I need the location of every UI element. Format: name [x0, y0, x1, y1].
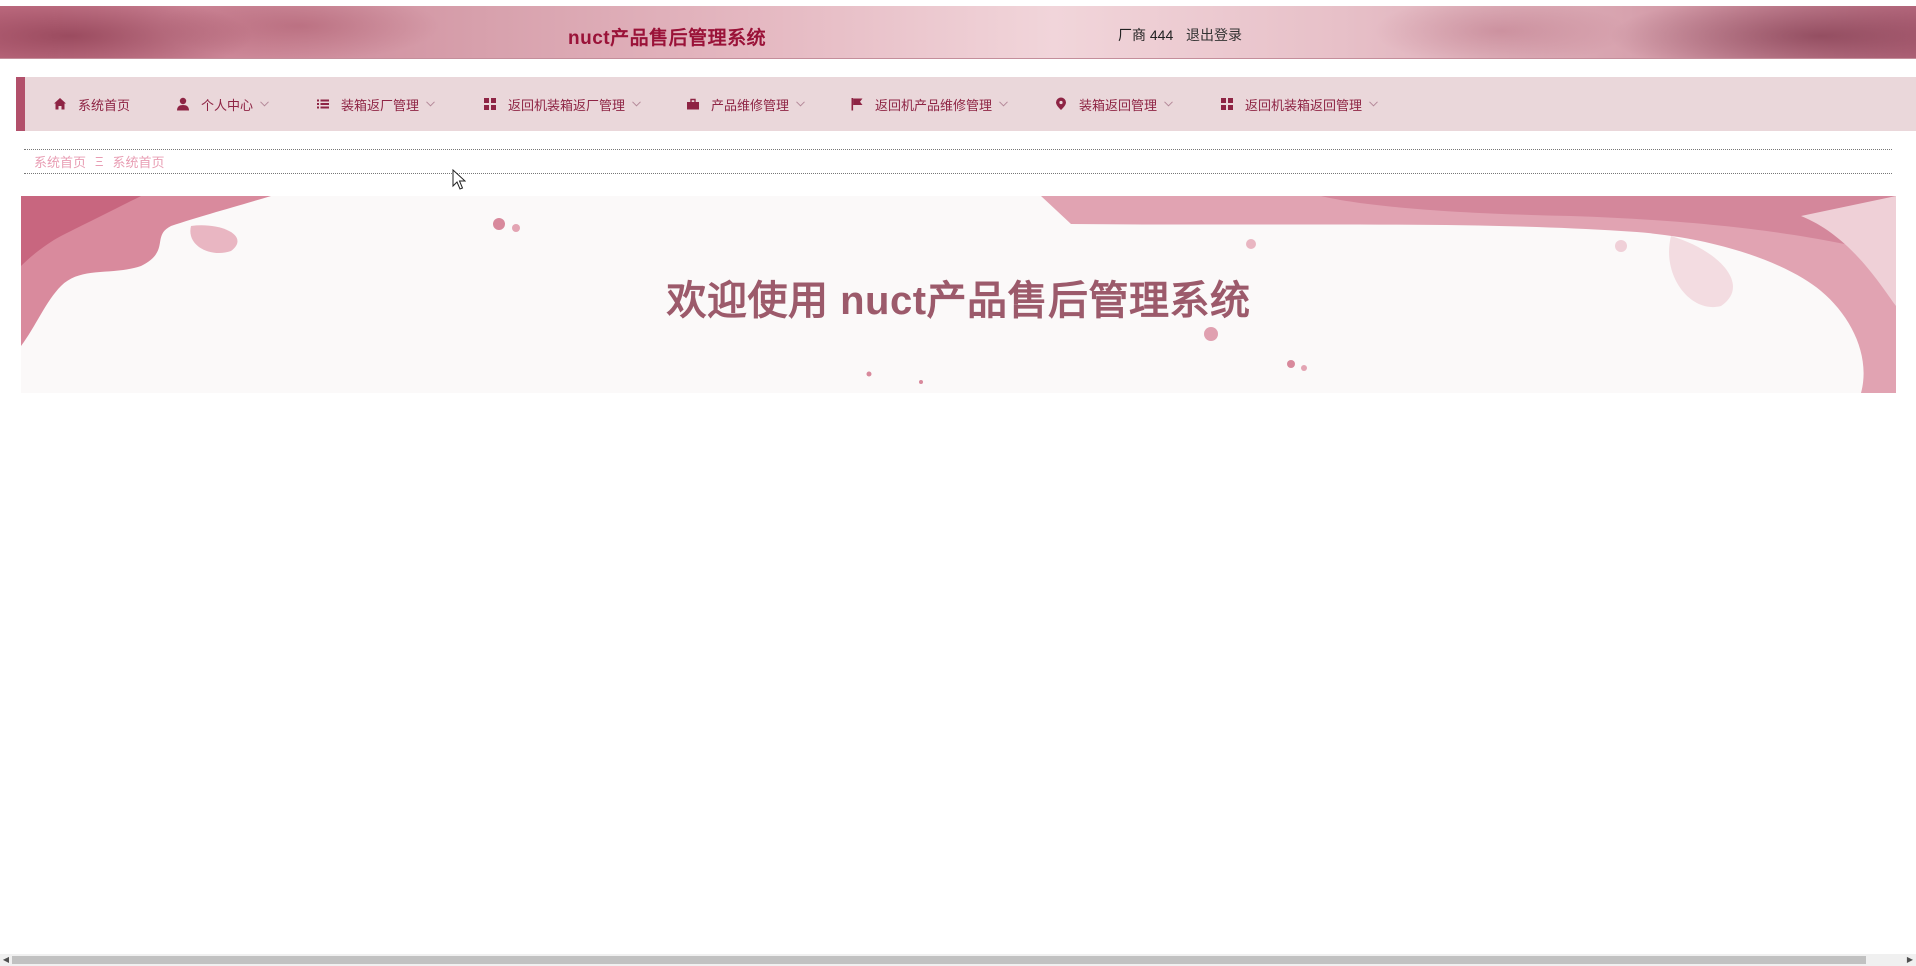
chevron-down-icon	[796, 101, 805, 107]
breadcrumb-item-current: 系统首页	[112, 155, 165, 170]
map-pin-icon	[1054, 97, 1068, 111]
nav-item-home[interactable]: 系统首页	[53, 77, 130, 131]
chevron-down-icon	[1164, 101, 1173, 107]
logout-link[interactable]: 退出登录	[1186, 25, 1242, 45]
welcome-heading: 欢迎使用 nuct产品售后管理系统	[666, 279, 1251, 323]
chevron-down-icon	[999, 101, 1008, 107]
nav-item-packing-return-factory[interactable]: 装箱返厂管理	[316, 77, 435, 131]
nav-item-profile[interactable]: 个人中心	[176, 77, 269, 131]
nav-item-product-repair[interactable]: 产品维修管理	[686, 77, 805, 131]
breadcrumb-separator: Ξ	[95, 154, 104, 169]
scroll-left-icon[interactable]: ◀	[0, 954, 12, 966]
grid-icon	[483, 97, 497, 111]
chevron-down-icon	[632, 101, 641, 107]
home-icon	[53, 97, 67, 111]
grid-icon	[1220, 97, 1234, 111]
chevron-down-icon	[426, 101, 435, 107]
breadcrumb-item-home[interactable]: 系统首页	[34, 152, 86, 171]
nav-item-label: 装箱返厂管理	[341, 97, 420, 113]
current-user: 厂商 444	[1118, 27, 1174, 43]
top-header: nuct产品售后管理系统 厂商 444 退出登录	[0, 6, 1916, 59]
briefcase-icon	[686, 97, 700, 111]
breadcrumb: 系统首页 Ξ 系统首页	[24, 149, 1892, 174]
nav-item-returned-product-repair[interactable]: 返回机产品维修管理	[850, 77, 1008, 131]
chevron-down-icon	[260, 101, 269, 107]
chevron-down-icon	[1369, 101, 1378, 107]
app-title: nuct产品售后管理系统	[568, 28, 767, 49]
welcome-banner: 欢迎使用 nuct产品售后管理系统	[21, 196, 1896, 393]
nav-item-label: 返回机产品维修管理	[875, 97, 993, 113]
nav-item-returned-packing-return[interactable]: 返回机装箱返回管理	[1220, 77, 1378, 131]
scrollbar-thumb[interactable]	[12, 956, 1866, 964]
nav-item-packing-return[interactable]: 装箱返回管理	[1054, 77, 1173, 131]
user-icon	[176, 97, 190, 111]
horizontal-scrollbar[interactable]: ◀ ▶	[0, 954, 1916, 966]
scroll-right-icon[interactable]: ▶	[1904, 954, 1916, 966]
nav-item-label: 返回机装箱返厂管理	[508, 97, 626, 113]
nav-item-label: 系统首页	[78, 97, 131, 113]
nav-item-label: 个人中心	[201, 97, 254, 113]
nav-item-returned-packing-return-factory[interactable]: 返回机装箱返厂管理	[483, 77, 641, 131]
list-icon	[316, 97, 330, 111]
nav-item-label: 返回机装箱返回管理	[1245, 97, 1363, 113]
main-nav: 系统首页 个人中心 装箱返厂管理 返回机装箱返厂管理 产品维修管理 返回机产品维…	[16, 77, 1916, 131]
mouse-cursor-icon	[452, 169, 466, 190]
nav-item-label: 产品维修管理	[711, 97, 790, 113]
flag-icon	[850, 97, 864, 111]
nav-item-label: 装箱返回管理	[1079, 97, 1158, 113]
